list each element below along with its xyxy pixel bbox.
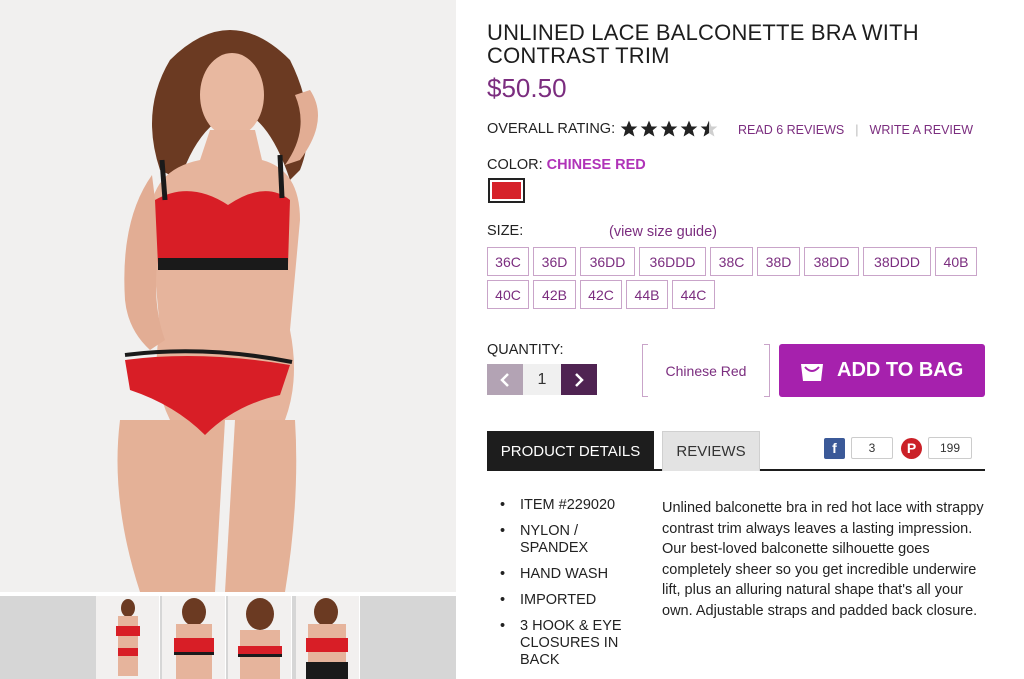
product-main-image[interactable] bbox=[0, 0, 456, 592]
rating-stars bbox=[619, 119, 719, 139]
bracket-left bbox=[642, 344, 648, 397]
selected-color-display: Chinese Red bbox=[642, 344, 770, 397]
pinterest-count: 199 bbox=[928, 437, 972, 459]
quantity-decrease-button[interactable] bbox=[487, 364, 523, 395]
tab-reviews[interactable]: REVIEWS bbox=[662, 431, 760, 471]
thumbnail-3[interactable] bbox=[228, 596, 292, 679]
size-button[interactable]: 44B bbox=[626, 280, 668, 309]
size-button[interactable]: 40C bbox=[487, 280, 529, 309]
size-button[interactable]: 42C bbox=[580, 280, 622, 309]
color-value: CHINESE RED bbox=[546, 157, 646, 173]
size-button[interactable]: 36DDD bbox=[639, 247, 706, 276]
thumbnail-4[interactable] bbox=[296, 596, 360, 679]
spec-item: 3 HOOK & EYE CLOSURES IN BACK bbox=[500, 618, 650, 669]
half-star-icon bbox=[700, 120, 718, 137]
thumbnail-strip bbox=[0, 596, 456, 679]
chevron-right-icon bbox=[575, 372, 584, 387]
size-button[interactable]: 44C bbox=[672, 280, 715, 309]
size-button[interactable]: 36D bbox=[533, 247, 576, 276]
shopping-bag-icon bbox=[801, 363, 823, 381]
quantity-increase-button[interactable] bbox=[561, 364, 597, 395]
product-price: $50.50 bbox=[487, 73, 567, 103]
facebook-share[interactable]: f 3 bbox=[824, 436, 893, 460]
spec-item: ITEM #229020 bbox=[500, 497, 650, 514]
add-to-bag-label: ADD TO BAG bbox=[837, 359, 964, 381]
size-button[interactable]: 38D bbox=[757, 247, 800, 276]
spec-item: IMPORTED bbox=[500, 592, 650, 609]
size-button[interactable]: 36C bbox=[487, 247, 529, 276]
model-photo bbox=[0, 0, 456, 592]
rating-row: OVERALL RATING: bbox=[487, 117, 719, 141]
facebook-count: 3 bbox=[851, 437, 893, 459]
tab-product-details[interactable]: PRODUCT DETAILS bbox=[487, 431, 654, 471]
size-button[interactable]: 40B bbox=[935, 247, 977, 276]
size-label: SIZE: bbox=[487, 223, 524, 239]
review-links: READ 6 REVIEWS | WRITE A REVIEW bbox=[738, 123, 973, 137]
pinterest-share[interactable]: P 199 bbox=[901, 436, 972, 460]
swatch-fill bbox=[492, 182, 521, 199]
facebook-icon: f bbox=[824, 437, 845, 459]
size-button[interactable]: 38DD bbox=[804, 247, 859, 276]
link-divider: | bbox=[855, 123, 859, 137]
chevron-left-icon bbox=[500, 372, 509, 387]
quantity-stepper: 1 bbox=[487, 364, 597, 395]
selected-color-text: Chinese Red bbox=[665, 362, 747, 379]
color-label: COLOR: bbox=[487, 157, 543, 173]
star-icon bbox=[620, 120, 638, 137]
star-icon bbox=[640, 120, 658, 137]
product-specs-list: ITEM #229020 NYLON / SPANDEX HAND WASH I… bbox=[500, 497, 650, 678]
color-row: COLOR: CHINESE RED bbox=[487, 157, 646, 173]
color-swatch-chinese-red[interactable] bbox=[488, 178, 525, 203]
add-to-bag-button[interactable]: ADD TO BAG bbox=[779, 344, 985, 397]
spec-item: HAND WASH bbox=[500, 566, 650, 583]
star-icon bbox=[680, 120, 698, 137]
quantity-input[interactable]: 1 bbox=[523, 364, 561, 395]
size-button[interactable]: 36DD bbox=[580, 247, 635, 276]
product-title: UNLINED LACE BALCONETTE BRA WITH CONTRAS… bbox=[487, 20, 919, 68]
size-guide-link[interactable]: (view size guide) bbox=[609, 224, 717, 240]
write-review-link[interactable]: WRITE A REVIEW bbox=[870, 123, 974, 137]
rating-label: OVERALL RATING: bbox=[487, 121, 616, 137]
thumbnail-2[interactable] bbox=[162, 596, 226, 679]
quantity-label: QUANTITY: bbox=[487, 342, 564, 358]
spec-item: NYLON / SPANDEX bbox=[500, 523, 650, 557]
size-button[interactable]: 38DDD bbox=[863, 247, 931, 276]
thumbnail-1[interactable] bbox=[96, 596, 160, 679]
size-button[interactable]: 38C bbox=[710, 247, 753, 276]
star-icon bbox=[660, 120, 678, 137]
size-button[interactable]: 42B bbox=[533, 280, 576, 309]
bracket-right bbox=[764, 344, 770, 397]
read-reviews-link[interactable]: READ 6 REVIEWS bbox=[738, 123, 844, 137]
pinterest-icon: P bbox=[901, 437, 922, 459]
product-description: Unlined balconette bra in red hot lace w… bbox=[662, 500, 984, 619]
